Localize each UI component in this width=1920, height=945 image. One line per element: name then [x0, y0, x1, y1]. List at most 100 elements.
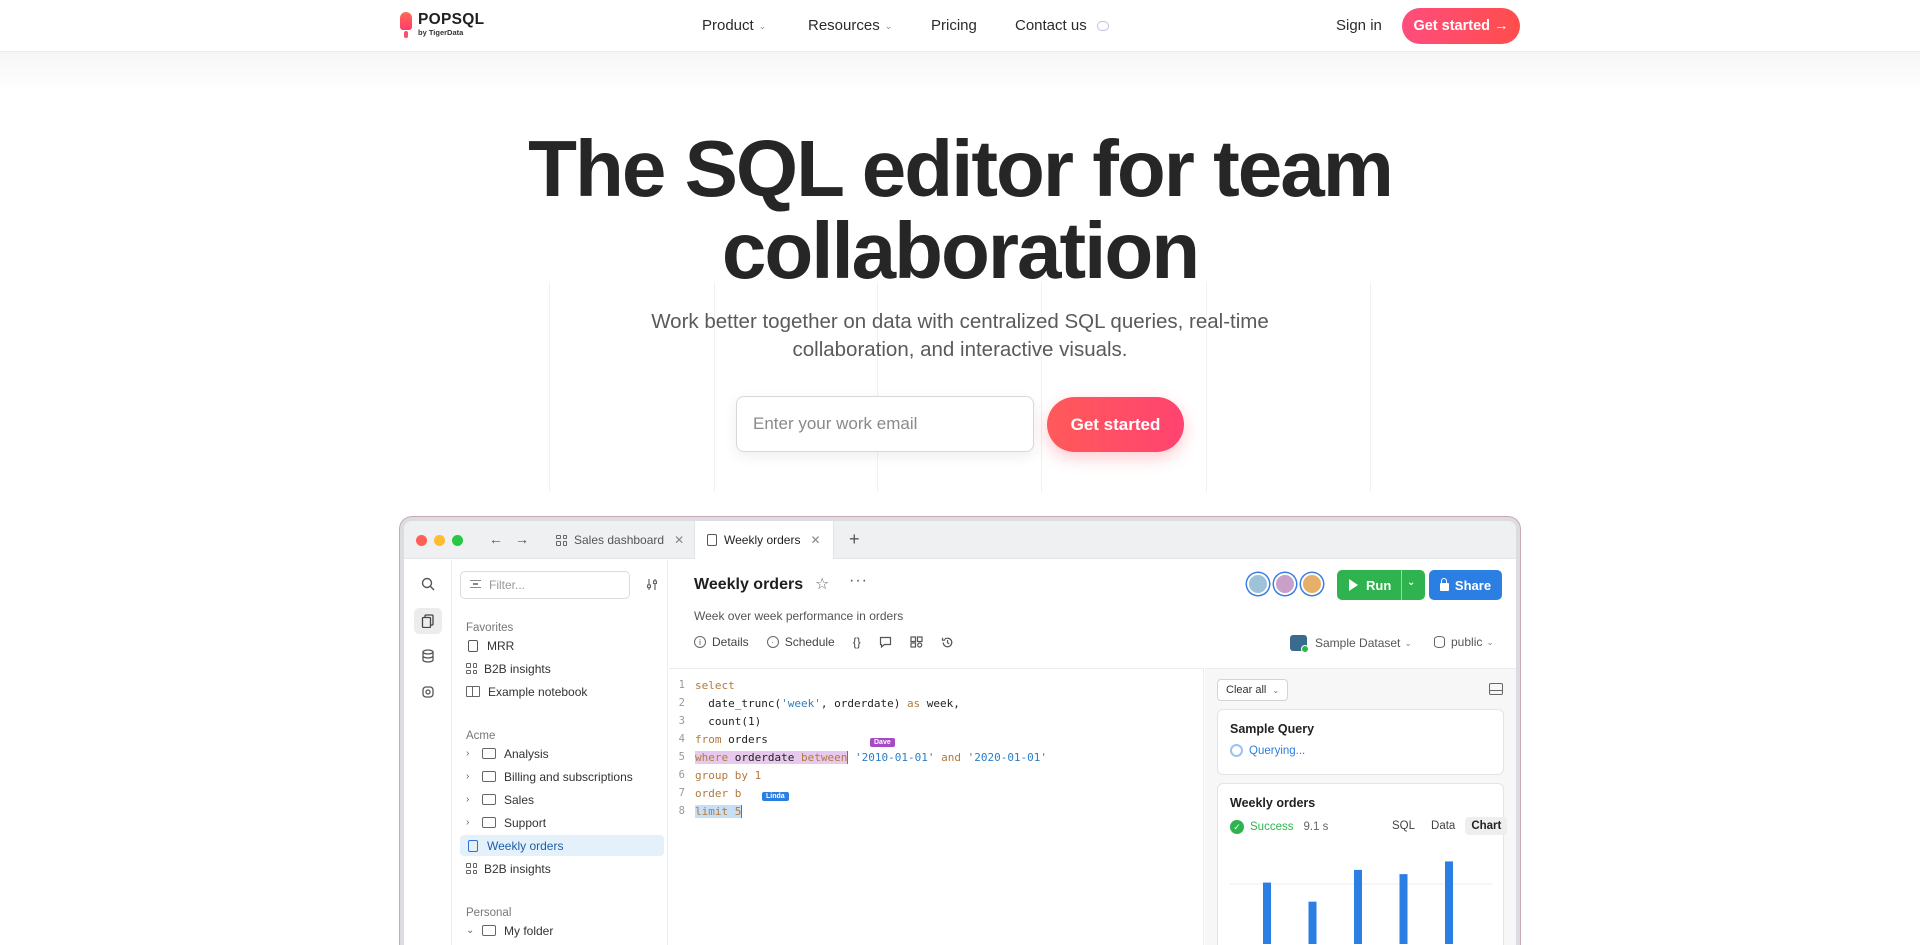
tab-data[interactable]: Data	[1425, 817, 1461, 835]
query-title[interactable]: Weekly orders	[694, 576, 803, 594]
chart-bar[interactable]	[1263, 882, 1271, 944]
filter-input[interactable]: Filter...	[460, 571, 630, 599]
code-line: 7 order b	[669, 784, 742, 802]
chevron-right-icon[interactable]: ›	[466, 748, 480, 759]
sidebar-folder-my-folder[interactable]: ⌄ My folder	[460, 920, 664, 941]
chevron-down-icon[interactable]: ⌄	[466, 925, 480, 936]
avatar[interactable]	[1301, 573, 1323, 595]
chart-bar[interactable]	[1445, 861, 1453, 944]
sidebar-item-b2b-insights-2[interactable]: B2B insights	[460, 858, 664, 879]
code-token: between	[800, 750, 848, 764]
sidebar-folder-billing[interactable]: › Billing and subscriptions	[460, 766, 664, 787]
nav-resources[interactable]: Resources ⌄	[808, 17, 892, 34]
sidebar-folder-sales[interactable]: › Sales	[460, 789, 664, 810]
code-token: , orderdate)	[820, 696, 907, 710]
settings-sliders-icon[interactable]	[646, 578, 659, 594]
cursor-dave	[847, 750, 855, 764]
variables-icon[interactable]	[910, 636, 923, 648]
integrations-icon[interactable]	[418, 682, 438, 702]
share-button[interactable]: Share	[1429, 570, 1502, 600]
avatar[interactable]	[1247, 573, 1269, 595]
nav-pricing[interactable]: Pricing	[931, 17, 977, 34]
code-token: select	[695, 678, 735, 692]
format-braces-button[interactable]: {}	[853, 635, 861, 649]
query-description[interactable]: Week over week performance in orders	[694, 609, 903, 623]
card-title: Sample Query	[1230, 722, 1315, 736]
popsql-logo[interactable]: POPSQL by TigerData	[400, 12, 484, 40]
grid-icon	[466, 863, 477, 874]
grid-icon	[466, 663, 477, 674]
sidebar-item-label: Example notebook	[488, 684, 588, 699]
check-icon: ✓	[1230, 820, 1244, 834]
view-tabs: SQL Data Chart	[1382, 817, 1508, 835]
sidebar-folder-analysis[interactable]: › Analysis	[460, 743, 664, 764]
chevron-down-icon: ⌄	[1486, 636, 1494, 647]
close-tab-icon[interactable]: ✕	[810, 533, 820, 547]
star-icon[interactable]: ☆	[815, 574, 829, 594]
schedule-button[interactable]: · Schedule	[766, 635, 835, 649]
details-button[interactable]: i Details	[694, 635, 749, 649]
sign-in-link[interactable]: Sign in	[1336, 17, 1382, 34]
avatar[interactable]	[1274, 573, 1296, 595]
brand-name: POPSQL	[418, 11, 485, 28]
top-nav: POPSQL by TigerData Product ⌄ Resources ⌄ …	[0, 0, 1920, 52]
tab-weekly-orders[interactable]: Weekly orders ✕	[694, 521, 834, 559]
hero-title-line1: The SQL editor for team	[528, 124, 1394, 213]
tab-sql[interactable]: SQL	[1386, 817, 1421, 835]
clock-icon: ·	[766, 636, 779, 648]
status-text: Success	[1250, 821, 1294, 833]
sidebar-item-b2b-insights[interactable]: B2B insights	[460, 658, 664, 679]
close-tab-icon[interactable]: ✕	[674, 533, 684, 547]
nav-contact[interactable]: Contact us	[1015, 17, 1109, 34]
document-icon	[468, 639, 478, 652]
history-icon[interactable]	[941, 636, 954, 649]
hero-get-started-button[interactable]: Get started	[1047, 397, 1184, 452]
result-card-weekly-orders[interactable]: Weekly orders ✓ Success 9.1 s SQL Data Cha…	[1217, 783, 1508, 945]
chevron-down-icon: ⌄	[1404, 637, 1412, 648]
sidebar-item-weekly-orders[interactable]: Weekly orders	[460, 835, 664, 856]
dataset-selector[interactable]: Sample Dataset ⌄	[1290, 635, 1412, 653]
code-token: count(1)	[695, 714, 762, 728]
run-options-chevron-icon[interactable]: ⌄	[1407, 577, 1415, 588]
clear-all-button[interactable]: Clear all ⌄	[1217, 679, 1289, 701]
bar-chart	[1230, 861, 1493, 944]
close-window-dot[interactable]	[416, 535, 427, 546]
result-card-sample-query[interactable]: Sample Query Querying...	[1217, 709, 1504, 775]
panel-layout-icon[interactable]	[1489, 683, 1503, 695]
tab-chart[interactable]: Chart	[1465, 817, 1508, 835]
nav-get-started-button[interactable]: Get started →	[1402, 8, 1520, 44]
more-options-icon[interactable]: ···	[849, 572, 868, 590]
chevron-right-icon[interactable]: ›	[466, 771, 480, 782]
maximize-window-dot[interactable]	[452, 535, 463, 546]
chevron-right-icon[interactable]: ›	[466, 794, 480, 805]
sql-editor[interactable]: 1 select 2 date_trunc('week', orderdate) …	[669, 668, 1204, 945]
sidebar-folder-support[interactable]: › Support	[460, 812, 664, 833]
sidebar-item-example-notebook[interactable]: Example notebook	[460, 681, 664, 702]
chart-bar[interactable]	[1399, 874, 1408, 944]
book-icon	[466, 686, 480, 697]
nav-product[interactable]: Product ⌄	[702, 17, 766, 34]
success-status: ✓ Success 9.1 s	[1230, 820, 1328, 834]
tab-sales-dashboard[interactable]: Sales dashboard ✕	[552, 521, 694, 559]
search-icon[interactable]	[418, 574, 438, 594]
forward-arrow-icon[interactable]: →	[515, 531, 529, 547]
files-icon[interactable]	[414, 608, 442, 634]
new-tab-plus-icon[interactable]: +	[849, 529, 860, 550]
code-token: date_trunc(	[695, 696, 782, 710]
minimize-window-dot[interactable]	[434, 535, 445, 546]
comment-icon[interactable]	[879, 636, 892, 648]
code-token: '2020-01-01'	[967, 750, 1048, 764]
database-icon[interactable]	[418, 646, 438, 666]
sidebar-item-label: Billing and subscriptions	[504, 769, 633, 784]
back-arrow-icon[interactable]: ←	[489, 531, 503, 547]
work-email-input[interactable]	[736, 396, 1034, 452]
chart-bar[interactable]	[1308, 901, 1317, 944]
run-button[interactable]: Run ⌄	[1337, 570, 1425, 600]
schema-selector[interactable]: public ⌄	[1434, 635, 1494, 649]
chevron-right-icon[interactable]: ›	[466, 817, 480, 828]
sidebar-item-mrr[interactable]: MRR	[460, 635, 664, 656]
querying-status: Querying...	[1230, 744, 1305, 757]
chart-bar[interactable]	[1354, 869, 1362, 944]
code-token: '2010-01-01'	[854, 750, 935, 764]
line-number: 1	[678, 679, 685, 691]
